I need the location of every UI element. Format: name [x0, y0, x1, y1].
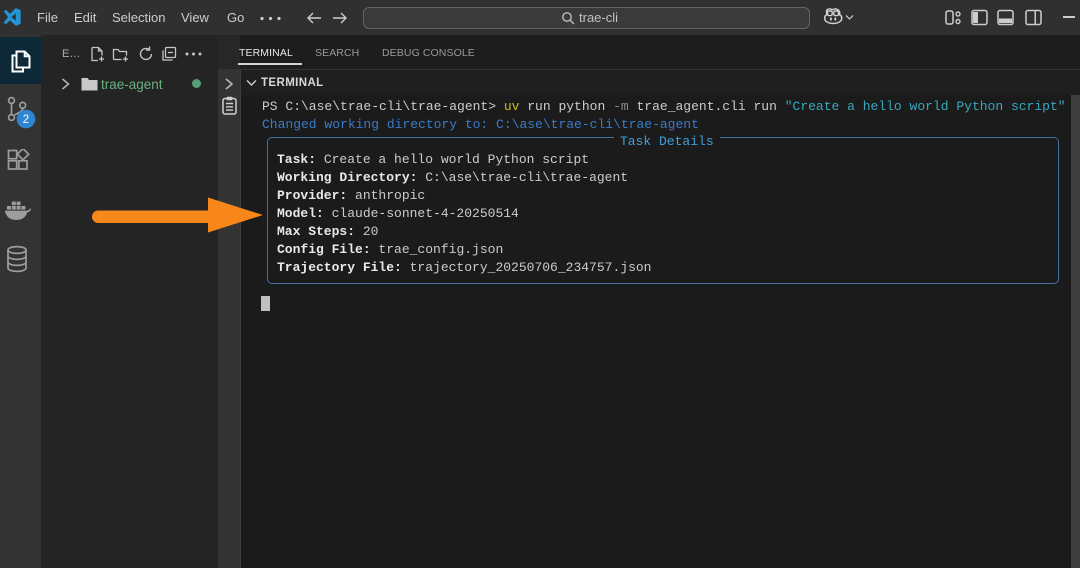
svg-text:2: 2	[23, 114, 29, 126]
